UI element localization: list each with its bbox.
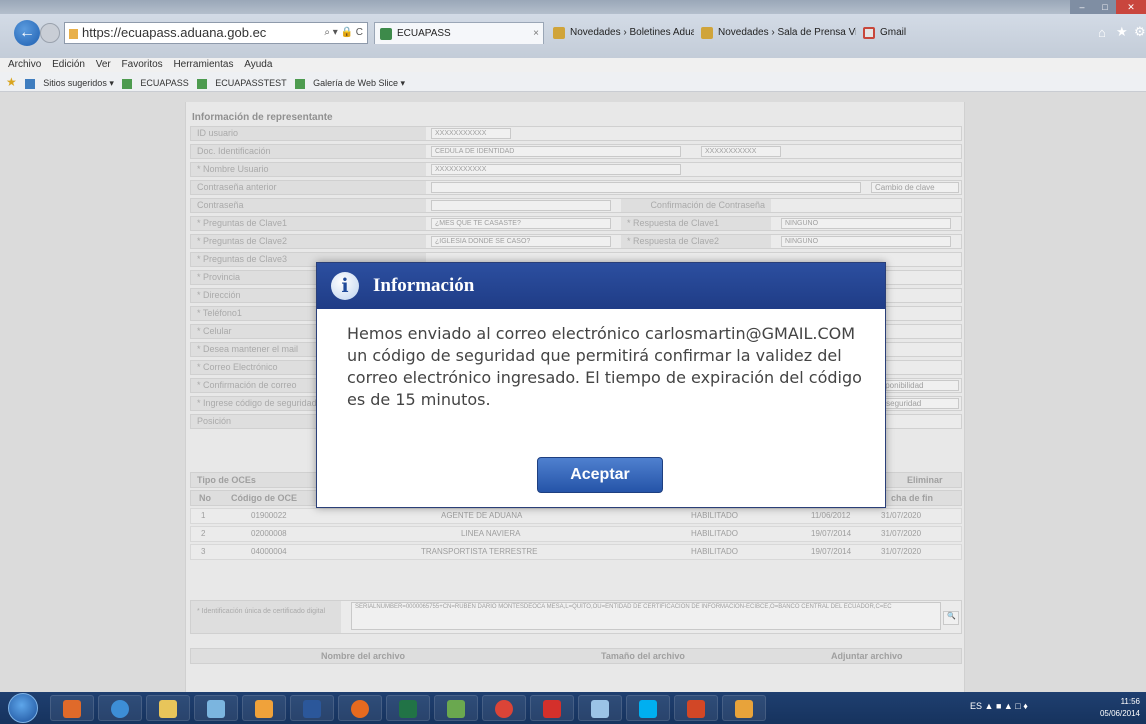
back-arrow-icon: ← — [19, 24, 35, 41]
taskbar-skype[interactable] — [626, 695, 670, 721]
app-icon — [207, 700, 225, 718]
menu-bar: Archivo Edición Ver Favoritos Herramient… — [0, 58, 1146, 72]
menu-ayuda[interactable]: Ayuda — [244, 58, 272, 72]
tab-label: Novedades › Sala de Prensa Vi... — [718, 27, 856, 38]
window-titlebar — [0, 0, 1146, 14]
taskbar-app-4[interactable] — [722, 695, 766, 721]
aceptar-button[interactable]: Aceptar — [537, 457, 663, 493]
internet-explorer-icon — [111, 700, 129, 718]
taskbar-app-3[interactable] — [578, 695, 622, 721]
acrobat-icon — [543, 700, 561, 718]
system-tray: ES ▲ ■ ▲ □ ♦ — [970, 701, 1070, 715]
chrome-icon — [495, 700, 513, 718]
outlook-icon — [63, 700, 81, 718]
powerpoint-icon — [687, 700, 705, 718]
tab-ecuapass[interactable]: ECUAPASS × — [374, 22, 544, 44]
tray-icons[interactable]: ▲ ■ ▲ □ ♦ — [985, 701, 1028, 711]
fav-sitios-sugeridos[interactable]: Sitios sugeridos ▾ — [25, 73, 114, 93]
favorites-star-icon[interactable]: ★ — [6, 72, 17, 92]
taskbar-ie[interactable] — [98, 695, 142, 721]
url-text: https://ecuapass.aduana.gob.ec — [82, 25, 267, 40]
outlook-icon — [255, 700, 273, 718]
taskbar-outlook[interactable] — [50, 695, 94, 721]
dialog-header: i Información — [317, 263, 885, 309]
url-controls[interactable]: ⌕ ▾ 🔒 C — [324, 23, 363, 43]
tab-sala-prensa[interactable]: Novedades › Sala de Prensa Vi... — [696, 22, 856, 44]
taskbar-firefox[interactable] — [338, 695, 382, 721]
settings-gear-icon[interactable]: ⚙ — [1134, 24, 1146, 40]
menu-herramientas[interactable]: Herramientas — [173, 58, 233, 72]
minimize-button[interactable]: – — [1070, 0, 1094, 14]
url-field[interactable]: https://ecuapass.aduana.gob.ec ⌕ ▾ 🔒 C — [64, 22, 368, 44]
close-tab-icon[interactable]: × — [533, 23, 539, 44]
firefox-icon — [351, 700, 369, 718]
menu-edicion[interactable]: Edición — [52, 58, 85, 72]
tab-label: Novedades › Boletines Aduan... — [570, 27, 694, 38]
info-dialog: i Información Hemos enviado al correo el… — [316, 262, 886, 508]
taskbar-acrobat[interactable] — [530, 695, 574, 721]
app-icon — [447, 700, 465, 718]
favorites-bar: ★ Sitios sugeridos ▾ ECUAPASS ECUAPASSTE… — [0, 72, 1146, 92]
language-indicator[interactable]: ES — [970, 701, 982, 711]
maximize-button[interactable]: □ — [1094, 0, 1116, 14]
menu-ver[interactable]: Ver — [96, 58, 111, 72]
start-button[interactable] — [8, 693, 38, 723]
ie-page-icon — [197, 78, 208, 89]
windows-taskbar: ES ▲ ■ ▲ □ ♦ 11:56 05/06/2014 — [0, 692, 1146, 724]
dialog-message: Hemos enviado al correo electrónico carl… — [347, 324, 862, 409]
suggested-sites-icon — [25, 78, 36, 89]
taskbar-powerpoint[interactable] — [674, 695, 718, 721]
taskbar-chrome[interactable] — [482, 695, 526, 721]
gmail-tab-icon — [863, 27, 875, 39]
skype-icon — [639, 700, 657, 718]
forward-button[interactable] — [40, 23, 60, 43]
ecuapass-tab-icon — [380, 28, 392, 40]
home-icon[interactable]: ⌂ — [1098, 25, 1106, 40]
fav-galeria-web-slice[interactable]: Galería de Web Slice ▾ — [295, 73, 405, 93]
tab-label: ECUAPASS — [397, 28, 451, 39]
app-icon — [591, 700, 609, 718]
word-icon — [303, 700, 321, 718]
tab-gmail[interactable]: Gmail — [858, 22, 928, 44]
tab-label: Gmail — [880, 27, 907, 38]
ie-page-icon — [122, 78, 133, 89]
aduana-tab-icon — [701, 27, 713, 39]
taskbar-word[interactable] — [290, 695, 334, 721]
dialog-title: Información — [373, 275, 475, 296]
ie-page-icon — [295, 78, 306, 89]
favorites-star-icon[interactable]: ★ — [1116, 24, 1128, 40]
taskbar-app-2[interactable] — [434, 695, 478, 721]
menu-archivo[interactable]: Archivo — [8, 58, 41, 72]
tab-boletines[interactable]: Novedades › Boletines Aduan... — [548, 22, 694, 44]
site-icon — [69, 28, 78, 39]
app-icon — [735, 700, 753, 718]
aduana-tab-icon — [553, 27, 565, 39]
excel-icon — [399, 700, 417, 718]
clock-date: 05/06/2014 — [1099, 709, 1140, 718]
taskbar-outlook-2[interactable] — [242, 695, 286, 721]
taskbar-explorer[interactable] — [146, 695, 190, 721]
menu-favoritos[interactable]: Favoritos — [122, 58, 163, 72]
folder-icon — [159, 700, 177, 718]
fav-ecuapasstest[interactable]: ECUAPASSTEST — [197, 73, 287, 93]
info-icon: i — [331, 272, 359, 300]
back-button[interactable]: ← — [14, 20, 40, 46]
taskbar-excel[interactable] — [386, 695, 430, 721]
taskbar-app[interactable] — [194, 695, 238, 721]
fav-ecuapass[interactable]: ECUAPASS — [122, 73, 189, 93]
close-window-button[interactable]: ✕ — [1116, 0, 1146, 14]
clock[interactable]: 11:56 05/06/2014 — [1100, 696, 1140, 720]
clock-time: 11:56 — [1120, 697, 1140, 706]
